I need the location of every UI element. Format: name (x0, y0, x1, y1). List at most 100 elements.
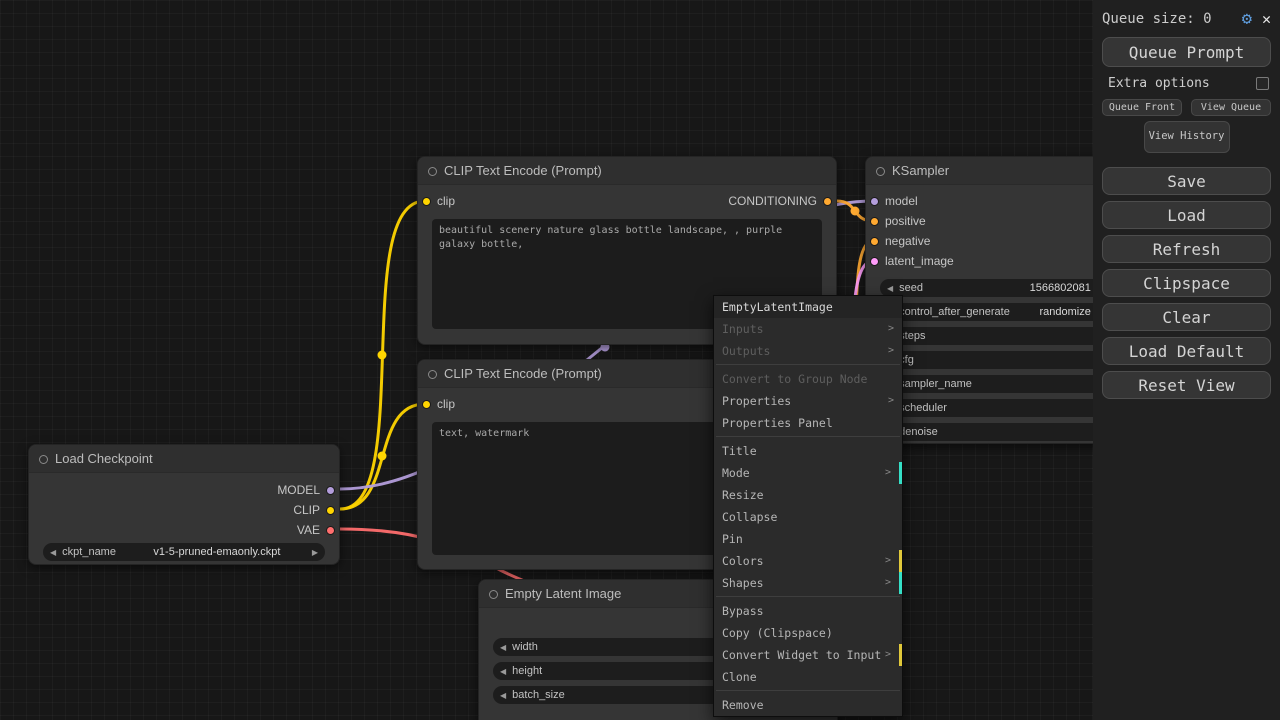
input-slot-clip[interactable]: clip (418, 397, 455, 411)
node-collapse-dot[interactable] (428, 370, 437, 379)
slot-label: clip (437, 194, 456, 208)
view-history-button[interactable]: View History (1143, 121, 1230, 153)
slot-label: positive (885, 214, 926, 228)
load-default-button[interactable]: Load Default (1102, 337, 1271, 365)
slot-dot-vae[interactable] (326, 525, 335, 535)
context-menu-item-shapes[interactable]: Shapes > (714, 572, 902, 594)
settings-gear-icon[interactable]: ⚙ (1242, 10, 1252, 28)
submenu-arrow-icon: > (887, 323, 894, 334)
refresh-button[interactable]: Refresh (1102, 235, 1271, 263)
output-slot-clip[interactable]: CLIP (293, 503, 339, 517)
menu-separator (716, 596, 900, 597)
widget-steps[interactable]: ◀ steps ▶ (880, 327, 1110, 345)
widget-left-arrow-icon[interactable]: ◀ (50, 548, 56, 557)
slot-dot-latent-image[interactable] (870, 256, 879, 266)
submenu-arrow-icon: > (884, 577, 891, 588)
context-menu-item-mode[interactable]: Mode > (714, 462, 902, 484)
slot-dot-negative[interactable] (870, 236, 879, 246)
context-menu-item-clone[interactable]: Clone (714, 666, 902, 688)
input-slot-negative[interactable]: negative (866, 234, 930, 248)
submenu-arrow-icon: > (884, 649, 891, 660)
widget-right-arrow-icon[interactable]: ▶ (312, 548, 318, 557)
node-load-checkpoint[interactable]: Load Checkpoint MODEL CLIP VAE ◀ ckpt_na… (28, 444, 340, 565)
node-title-text: CLIP Text Encode (Prompt) (444, 366, 602, 381)
input-slot-positive[interactable]: positive (866, 214, 926, 228)
context-menu-item-colors[interactable]: Colors > (714, 550, 902, 572)
slot-dot-positive[interactable] (870, 216, 879, 226)
view-queue-button[interactable]: View Queue (1191, 99, 1271, 116)
widget-sampler-name[interactable]: ◀ sampler_name ▶ (880, 375, 1110, 393)
save-button[interactable]: Save (1102, 167, 1271, 195)
clear-button[interactable]: Clear (1102, 303, 1271, 331)
context-menu-item-properties-panel[interactable]: Properties Panel (714, 412, 902, 434)
context-menu-item-remove[interactable]: Remove (714, 694, 902, 716)
widget-seed[interactable]: ◀ seed 1566802081 ▶ (880, 279, 1110, 297)
load-button[interactable]: Load (1102, 201, 1271, 229)
queue-front-button[interactable]: Queue Front (1102, 99, 1182, 116)
slot-dot-conditioning[interactable] (823, 196, 832, 206)
submenu-arrow-icon: > (884, 555, 891, 566)
widget-cfg[interactable]: ◀ cfg ▶ (880, 351, 1110, 369)
context-menu-item-convert-widget-to-input[interactable]: Convert Widget to Input > (714, 644, 902, 666)
reset-view-button[interactable]: Reset View (1102, 371, 1271, 399)
slot-label: CLIP (293, 503, 320, 517)
context-menu-item-title[interactable]: Title (714, 440, 902, 462)
node-collapse-dot[interactable] (876, 167, 885, 176)
close-icon[interactable]: ✕ (1262, 11, 1271, 27)
context-menu-item-bypass[interactable]: Bypass (714, 600, 902, 622)
node-title-bar[interactable]: CLIP Text Encode (Prompt) (418, 157, 836, 185)
slot-dot-model[interactable] (870, 196, 879, 206)
widget-scheduler[interactable]: ◀ scheduler ▶ (880, 399, 1110, 417)
menu-separator (716, 690, 900, 691)
node-title-bar[interactable]: KSampler (866, 157, 1124, 185)
slot-label: negative (885, 234, 931, 248)
queue-prompt-button[interactable]: Queue Prompt (1102, 37, 1271, 67)
slot-label: model (885, 194, 918, 208)
output-slot-conditioning[interactable]: CONDITIONING (728, 194, 836, 208)
input-slot-model[interactable]: model (866, 194, 918, 208)
slot-label: CONDITIONING (728, 194, 817, 208)
output-slot-vae[interactable]: VAE (297, 523, 339, 537)
context-menu-item-inputs: Inputs > (722, 322, 894, 336)
context-menu: EmptyLatentImage Inputs > Outputs > Conv… (713, 295, 903, 717)
context-menu-item-convert-to-group-node: Convert to Group Node (722, 372, 868, 386)
slot-dot-clip[interactable] (422, 399, 431, 409)
slot-label: VAE (296, 523, 320, 537)
context-menu-item-copy-clipspace[interactable]: Copy (Clipspace) (714, 622, 902, 644)
input-slot-latent-image[interactable]: latent_image (866, 254, 954, 268)
widget-left-arrow-icon[interactable]: ◀ (500, 667, 506, 676)
clipspace-button[interactable]: Clipspace (1102, 269, 1271, 297)
extra-options-label: Extra options (1108, 76, 1210, 91)
context-menu-item-resize[interactable]: Resize (714, 484, 902, 506)
node-collapse-dot[interactable] (428, 167, 437, 176)
output-slot-model[interactable]: MODEL (277, 483, 339, 497)
context-menu-item-properties[interactable]: Properties > (714, 390, 902, 412)
node-collapse-dot[interactable] (39, 455, 48, 464)
submenu-arrow-icon: > (887, 395, 894, 406)
widget-control-after-generate[interactable]: ◀ control_after_generate randomize ▶ (880, 303, 1110, 321)
slot-dot-clip[interactable] (422, 196, 431, 206)
widget-denoise[interactable]: ◀ denoise ▶ (880, 423, 1110, 441)
node-collapse-dot[interactable] (489, 590, 498, 599)
node-title-text: Empty Latent Image (505, 586, 622, 601)
widget-left-arrow-icon[interactable]: ◀ (887, 284, 893, 293)
queue-size-label: Queue size: 0 (1102, 11, 1212, 27)
node-title-text: CLIP Text Encode (Prompt) (444, 163, 602, 178)
context-menu-item-outputs: Outputs > (722, 344, 894, 358)
submenu-arrow-icon: > (884, 467, 891, 478)
input-slot-clip[interactable]: clip (418, 194, 455, 208)
extra-options-checkbox[interactable] (1256, 77, 1269, 90)
widget-ckpt-name[interactable]: ◀ ckpt_name v1-5-pruned-emaonly.ckpt ▶ (43, 543, 325, 561)
widget-left-arrow-icon[interactable]: ◀ (500, 643, 506, 652)
node-title-bar[interactable]: Load Checkpoint (29, 445, 339, 473)
context-menu-item-pin[interactable]: Pin (714, 528, 902, 550)
context-menu-item-collapse[interactable]: Collapse (714, 506, 902, 528)
slot-dot-model[interactable] (326, 485, 335, 495)
widget-left-arrow-icon[interactable]: ◀ (500, 691, 506, 700)
submenu-arrow-icon: > (887, 345, 894, 356)
node-ksampler[interactable]: KSampler model positive negative latent_… (865, 156, 1125, 444)
context-menu-title: EmptyLatentImage (714, 296, 902, 318)
node-title-text: Load Checkpoint (55, 451, 153, 466)
slot-dot-clip[interactable] (326, 505, 335, 515)
app-viewport: CLIP Text Encode (Prompt) clip CONDITION… (0, 0, 1280, 720)
